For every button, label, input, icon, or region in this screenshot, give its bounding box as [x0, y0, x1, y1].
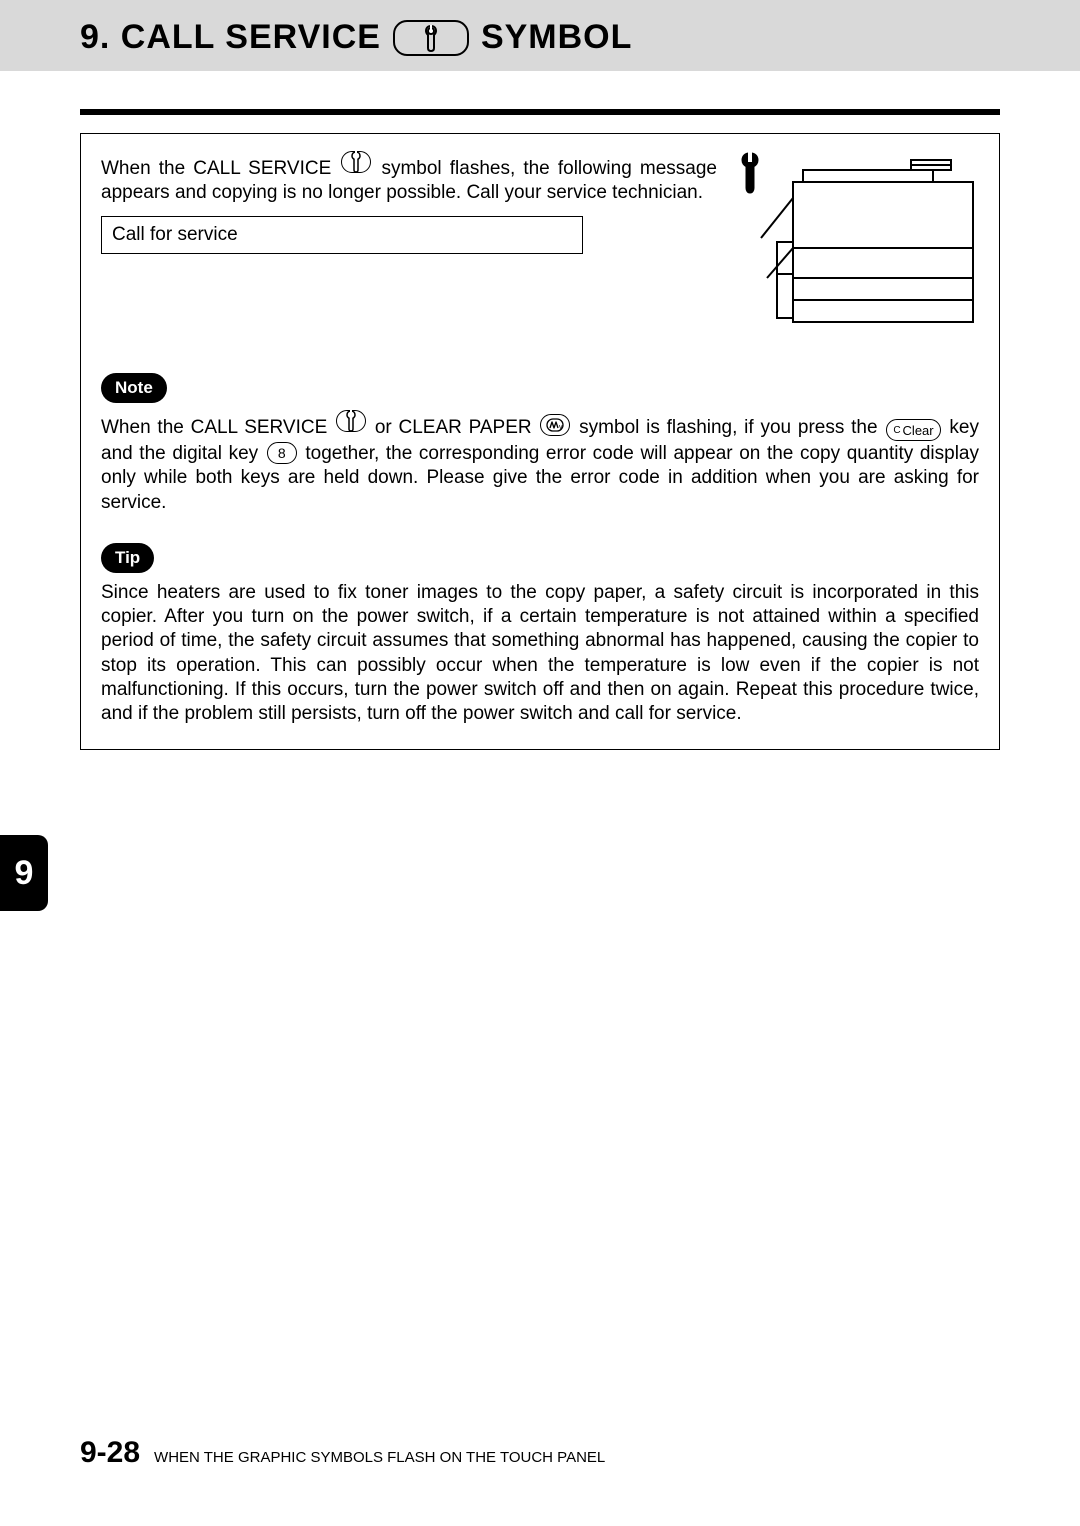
tip-text: Since heaters are used to fix toner imag…: [101, 581, 979, 727]
note-part2: or CLEAR PAPER: [368, 417, 538, 438]
footer-text: WHEN THE GRAPHIC SYMBOLS FLASH ON THE TO…: [154, 1449, 605, 1466]
tip-label: Tip: [101, 543, 154, 573]
horizontal-rule: [80, 109, 1000, 115]
digit-8-key: 8: [267, 442, 297, 464]
wrench-icon: [341, 151, 371, 173]
call-service-symbol-panel: [393, 20, 469, 56]
page-number: 9-28: [80, 1436, 140, 1470]
content-box: When the CALL SERVICE symbol flashes, th…: [80, 133, 1000, 750]
title-suffix: SYMBOL: [481, 18, 632, 57]
copier-diagram: [733, 152, 979, 339]
page-title: 9. CALL SERVICE SYMBOL: [80, 18, 1080, 57]
note-part3: symbol is flashing, if you press the: [572, 417, 884, 438]
display-message-box: Call for service: [101, 216, 583, 254]
wrench-icon: [422, 24, 440, 52]
clear-key-label: Clear: [903, 424, 934, 437]
clear-key: CClear: [886, 419, 940, 441]
intro-pre: When the CALL SERVICE: [101, 158, 339, 179]
page-footer: 9-28 WHEN THE GRAPHIC SYMBOLS FLASH ON T…: [80, 1436, 605, 1470]
title-prefix: 9. CALL SERVICE: [80, 18, 381, 57]
paper-jam-icon: v: [540, 414, 570, 436]
header-bar: 9. CALL SERVICE SYMBOL: [0, 0, 1080, 71]
note-part1: When the CALL SERVICE: [101, 417, 334, 438]
chapter-tab: 9: [0, 835, 48, 911]
wrench-icon: [336, 410, 366, 432]
svg-text:v: v: [559, 424, 563, 431]
wrench-icon: [743, 152, 757, 192]
clear-key-small-c: C: [893, 426, 900, 436]
note-text: When the CALL SERVICE or CLEAR PAPER v s…: [101, 411, 979, 515]
note-label: Note: [101, 373, 167, 403]
